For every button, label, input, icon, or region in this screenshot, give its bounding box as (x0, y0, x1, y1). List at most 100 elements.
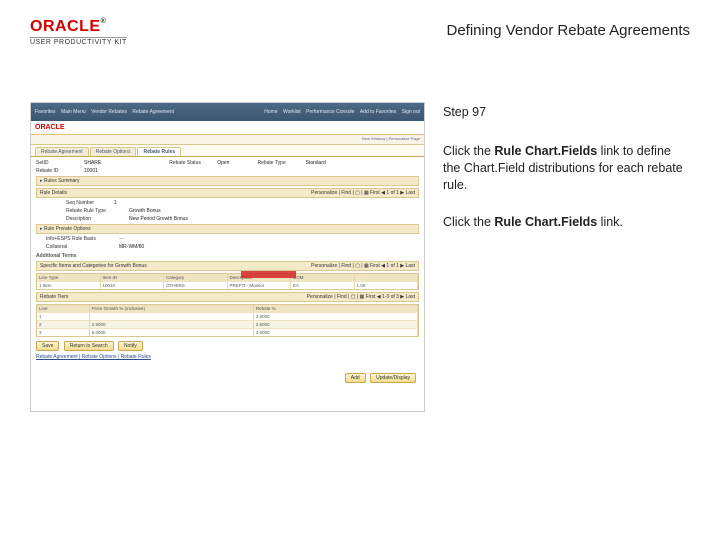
ss-breadcrumb: Favorites Main Menu Vendor Rebates Rebat… (35, 109, 178, 115)
page-title: Defining Vendor Rebate Agreements (447, 22, 691, 39)
val-rebateid: 10001 (84, 168, 98, 174)
col-linetype: Line Type (37, 274, 101, 281)
val-collateral: MR-WM/80 (119, 244, 144, 250)
col-rebate-pct: Rebate % (254, 305, 418, 312)
label-type: Rebate Type (257, 160, 297, 166)
cell (90, 313, 254, 320)
return-button[interactable]: Return to Search (64, 341, 114, 351)
cell: 5.0000 (90, 329, 254, 336)
instruction-panel: Step 97 Click the Rule Chart.Fields link… (443, 102, 690, 412)
notify-button[interactable]: Notify (118, 341, 143, 351)
crumb: Vendor Rebates (91, 109, 127, 115)
label-desc: Description (66, 216, 121, 222)
update-button[interactable]: Update/Display (370, 373, 416, 383)
oracle-logo: ORACLE® (30, 18, 127, 36)
label-info: Info+ESPS Rule Basis (46, 236, 111, 242)
instr-1b: Rule Chart.Fields (494, 144, 597, 158)
label-rebateid: Rebate ID (36, 168, 76, 174)
logo-block: ORACLE® USER PRODUCTIVITY KIT (30, 18, 127, 46)
col-uom: UOM (291, 274, 355, 281)
col-itemid: Item ID (101, 274, 165, 281)
nav-link[interactable]: Sign out (402, 109, 420, 115)
tab-rebate-rules[interactable]: Rebate Rules (137, 147, 181, 156)
save-button[interactable]: Save (36, 341, 59, 351)
label-rtype: Rebate Rule Type (66, 208, 121, 214)
val-status: Open (217, 160, 229, 166)
instruction-2: Click the Rule Chart.Fields link. (443, 214, 690, 231)
nav-link[interactable]: Performance Console (306, 109, 354, 115)
ss-oracle-logo: ORACLE (35, 124, 65, 131)
section-rule-details: Rule Details Personalize | Find | ▢ | ▦ … (36, 188, 419, 198)
crumb: Rebate Agreement (132, 109, 174, 115)
prorate-label: Rule Prorate Options (44, 226, 91, 232)
embedded-screenshot: Favorites Main Menu Vendor Rebates Rebat… (30, 102, 425, 412)
ss-oracle-bar: ORACLE (31, 121, 424, 135)
nav-link[interactable]: Worklist (283, 109, 301, 115)
instr-2c: link. (597, 215, 623, 229)
step-label: Step 97 (443, 104, 690, 121)
rule-chartfields-highlight[interactable] (241, 271, 296, 278)
instr-1a: Click the (443, 144, 494, 158)
tab-rebate-options[interactable]: Rebate Options (90, 147, 137, 156)
cell: 1 (37, 313, 90, 320)
instr-2a: Click the (443, 215, 494, 229)
ss-action-buttons: Save Return to Search Notify (36, 341, 419, 351)
logo-subtitle: USER PRODUCTIVITY KIT (30, 37, 127, 46)
label-setid: SetID (36, 160, 76, 166)
ss-topnav: Home Worklist Performance Console Add to… (260, 109, 420, 115)
label-collateral: Collateral (46, 244, 111, 250)
cell: 10010 (101, 282, 165, 289)
col-blank (355, 274, 419, 281)
logo-brand: ORACLE (30, 18, 101, 35)
logo-reg: ® (101, 18, 107, 25)
cell: 2.0000 (254, 313, 418, 320)
ss-topbar: Favorites Main Menu Vendor Rebates Rebat… (31, 103, 424, 121)
add-button[interactable]: Add (345, 373, 366, 383)
ss-footer-right-buttons: Add Update/Display (345, 373, 419, 383)
cell: EA (291, 282, 355, 289)
cell: PREFIT - Monitor (228, 282, 292, 289)
rules-summary-label: Rules Summary (44, 178, 80, 184)
col-from-growth: From Growth % (Inclusive) (90, 305, 254, 312)
paging[interactable]: Personalize | Find | ▢ | ▦ First ◀ 1 of … (311, 190, 415, 196)
val-setid: SHARE (84, 160, 101, 166)
rule-details-label: Rule Details (40, 190, 67, 196)
section-terms: Specific Items and Categories for Growth… (36, 261, 419, 271)
val-rtype: Growth Bonus (129, 208, 161, 214)
cell: 2 (37, 321, 90, 328)
cell: OTHERS (164, 282, 228, 289)
cell: 1.00 (355, 282, 419, 289)
cell: 2.5000 (90, 321, 254, 328)
section-prorate[interactable]: ▸ Rule Prorate Options (36, 224, 419, 234)
content-row: Favorites Main Menu Vendor Rebates Rebat… (0, 102, 720, 412)
col-line: Line (37, 305, 90, 312)
paging[interactable]: Personalize | Find | ▢ | ▦ First ◀ 1-3 o… (307, 294, 415, 300)
val-type: Standard (305, 160, 325, 166)
nav-link[interactable]: Add to Favorites (360, 109, 396, 115)
tiers-title: Rebate Tiers (40, 294, 68, 300)
ss-subnav[interactable]: New Window | Personalize Page (31, 135, 424, 145)
val-desc: New Period Growth Bonus (129, 216, 188, 222)
terms-line: Specific Items and Categories for Growth… (40, 263, 147, 269)
ss-tabs: Rebate Agreement Rebate Options Rebate R… (31, 145, 424, 157)
section-rules-summary[interactable]: ▸ Rules Summary (36, 176, 419, 186)
label-status: Rebate Status (169, 160, 209, 166)
crumb: Favorites (35, 109, 56, 115)
cell: 3 (37, 329, 90, 336)
paging[interactable]: Personalize | Find | ▢ | ▦ First ◀ 1 of … (311, 263, 415, 269)
nav-link[interactable]: Home (264, 109, 277, 115)
label-seq: Seq Number (66, 200, 106, 206)
instruction-1: Click the Rule Chart.Fields link to defi… (443, 143, 690, 194)
col-category: Category (164, 274, 228, 281)
info-text: — (119, 236, 124, 242)
crumb: Main Menu (61, 109, 86, 115)
val-seq: 1 (114, 200, 117, 206)
footer-links[interactable]: Rebate Agreement | Rebate Options | Reba… (36, 354, 419, 360)
grid-tiers: Line From Growth % (Inclusive) Rebate % … (36, 304, 419, 337)
page-header: ORACLE® USER PRODUCTIVITY KIT Defining V… (0, 0, 720, 52)
addl-terms-heading: Additional Terms (36, 253, 419, 259)
grid-items: Line Type Item ID Category Description U… (36, 273, 419, 290)
tab-rebate-agreement[interactable]: Rebate Agreement (35, 147, 89, 156)
cell: 1 Item (37, 282, 101, 289)
section-tiers: Rebate Tiers Personalize | Find | ▢ | ▦ … (36, 292, 419, 302)
